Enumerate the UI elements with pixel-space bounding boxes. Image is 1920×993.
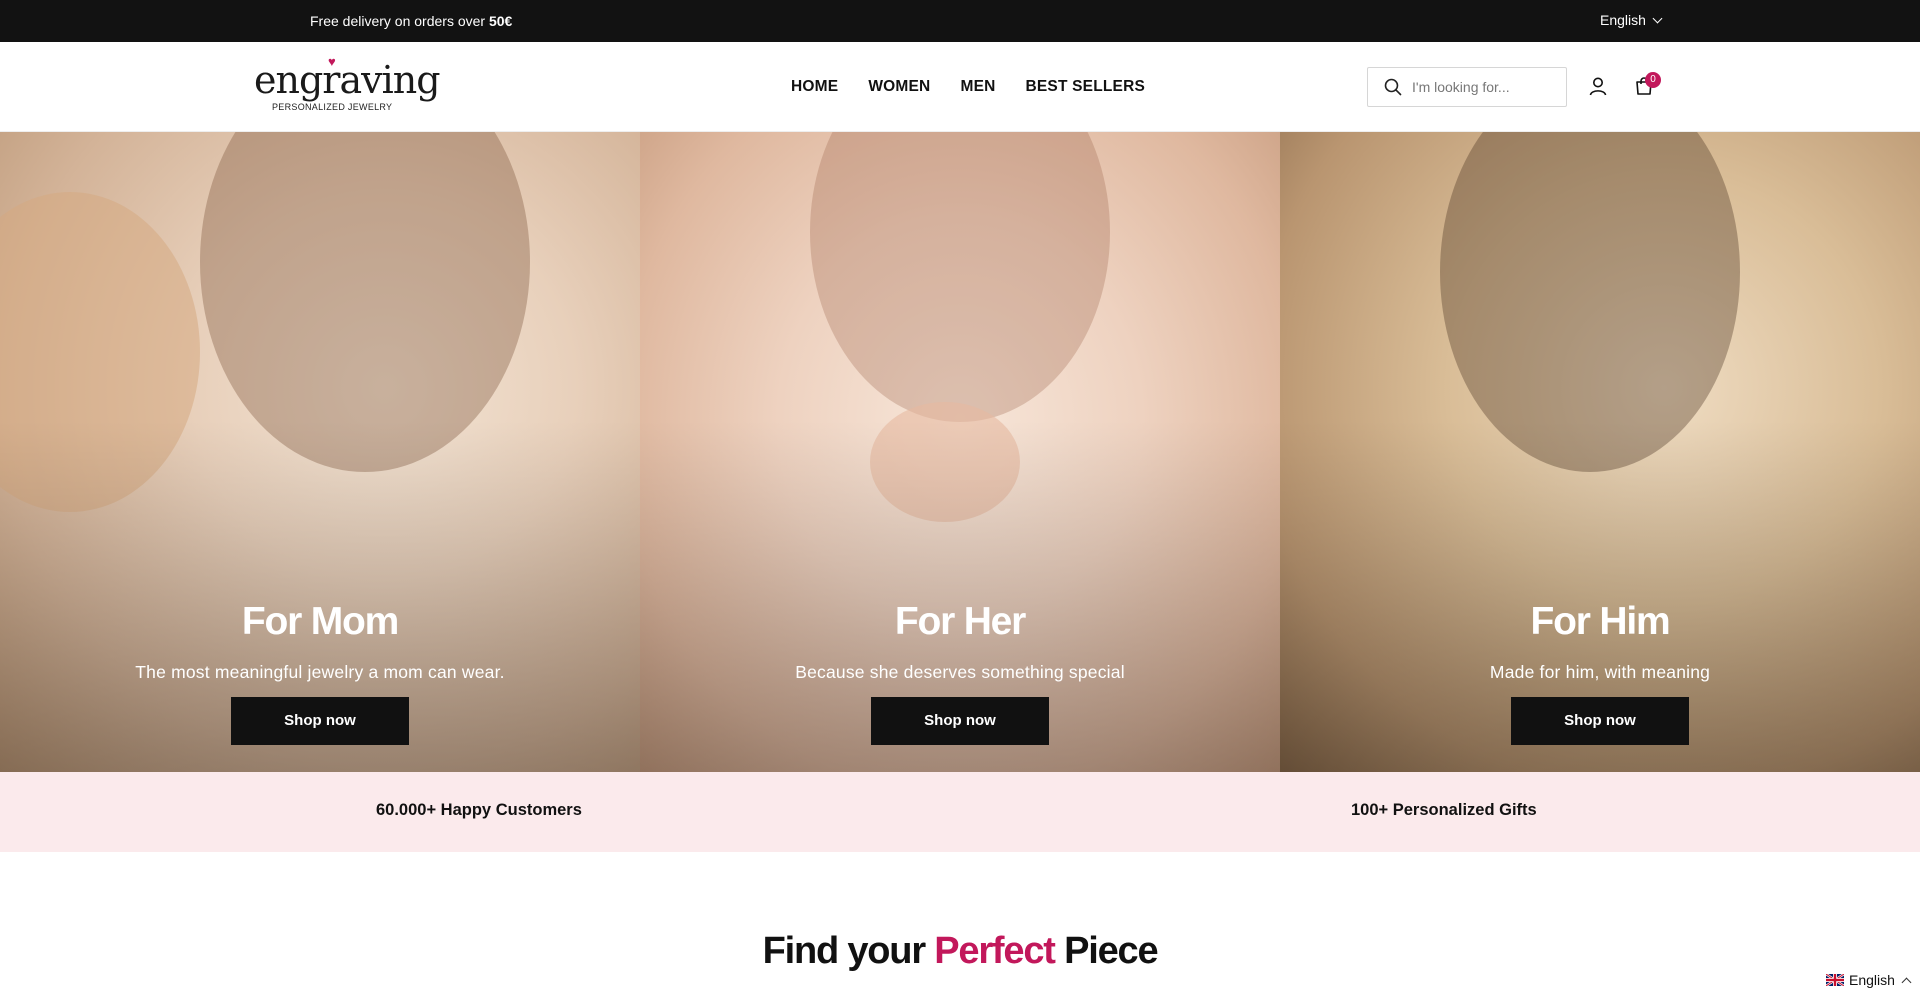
nav-best-sellers[interactable]: BEST SELLERS (1026, 78, 1146, 96)
hero-content-mom: For Mom The most meaningful jewelry a mo… (0, 600, 640, 745)
cart-count-badge: 0 (1645, 72, 1661, 88)
hero-panel-him[interactable]: For Him Made for him, with meaning Shop … (1280, 132, 1920, 772)
nav-women[interactable]: WOMEN (868, 78, 930, 96)
announcement-text: Free delivery on orders over (310, 13, 486, 29)
shop-now-mom-button[interactable]: Shop now (231, 697, 409, 745)
language-widget[interactable]: English (1826, 972, 1912, 988)
stat-gifts: 100+ Personalized Gifts (1351, 801, 1537, 819)
announcement-amount: 50€ (488, 13, 513, 29)
language-label: English (1600, 12, 1646, 28)
chevron-down-icon (1652, 13, 1663, 23)
language-widget-label: English (1849, 972, 1895, 988)
hero-panel-her[interactable]: For Her Because she deserves something s… (640, 132, 1280, 772)
logo-tagline: PERSONALIZED JEWELRY (272, 102, 393, 112)
shop-now-him-button[interactable]: Shop now (1511, 697, 1689, 745)
hero-content-her: For Her Because she deserves something s… (640, 600, 1280, 745)
hero-subtitle-mom: The most meaningful jewelry a mom can we… (135, 662, 505, 682)
main-nav: HOME WOMEN MEN BEST SELLERS (791, 78, 1145, 96)
section-title-accent: Perfect (934, 930, 1056, 972)
search-box[interactable] (1367, 67, 1567, 107)
search-input[interactable] (1412, 79, 1562, 95)
hero-subtitle-him: Made for him, with meaning (1489, 662, 1711, 682)
language-selector[interactable]: English (1600, 12, 1663, 28)
search-icon (1384, 78, 1402, 96)
hero-content-him: For Him Made for him, with meaning Shop … (1280, 600, 1920, 745)
hero-collections: For Mom The most meaningful jewelry a mo… (0, 132, 1920, 772)
stats-bar: 60.000+ Happy Customers 100+ Personalize… (0, 772, 1920, 852)
logo[interactable]: engraving ♥ PERSONALIZED JEWELRY (254, 54, 441, 116)
section-title-before: Find your (762, 930, 926, 972)
chevron-up-icon (1901, 977, 1912, 987)
hero-title-mom: For Mom (241, 600, 399, 643)
announcement-bar: Free delivery on orders over 50€ English (0, 0, 1920, 42)
uk-flag-icon (1826, 974, 1844, 986)
section-title: Find your Perfect Piece (0, 930, 1920, 973)
section-title-after: Piece (1064, 930, 1159, 972)
shop-now-her-button[interactable]: Shop now (871, 697, 1049, 745)
account-icon[interactable] (1588, 76, 1608, 96)
announcement-message: Free delivery on orders over 50€ (310, 13, 512, 29)
heart-icon: ♥ (328, 54, 336, 69)
stat-customers: 60.000+ Happy Customers (376, 801, 582, 819)
nav-home[interactable]: HOME (791, 78, 838, 96)
hero-title-him: For Him (1530, 600, 1671, 643)
hero-subtitle-her: Because she deserves something special (795, 662, 1125, 682)
nav-men[interactable]: MEN (960, 78, 995, 96)
hero-title-her: For Her (894, 600, 1026, 643)
hero-panel-mom[interactable]: For Mom The most meaningful jewelry a mo… (0, 132, 640, 772)
site-header: engraving ♥ PERSONALIZED JEWELRY HOME WO… (0, 42, 1920, 132)
logo-wordmark: engraving (254, 58, 441, 102)
